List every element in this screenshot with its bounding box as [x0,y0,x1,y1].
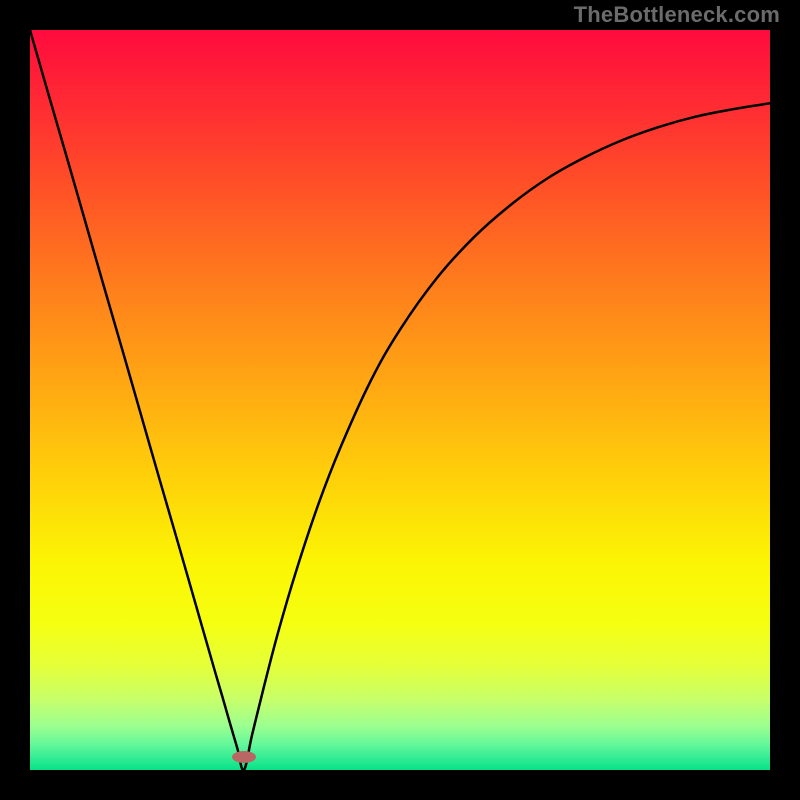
min-point-marker [232,751,256,763]
chart-frame: TheBottleneck.com [0,0,800,800]
curve-layer [30,30,770,770]
plot-area [30,30,770,770]
bottleneck-curve [30,30,770,770]
watermark-text: TheBottleneck.com [574,2,780,28]
